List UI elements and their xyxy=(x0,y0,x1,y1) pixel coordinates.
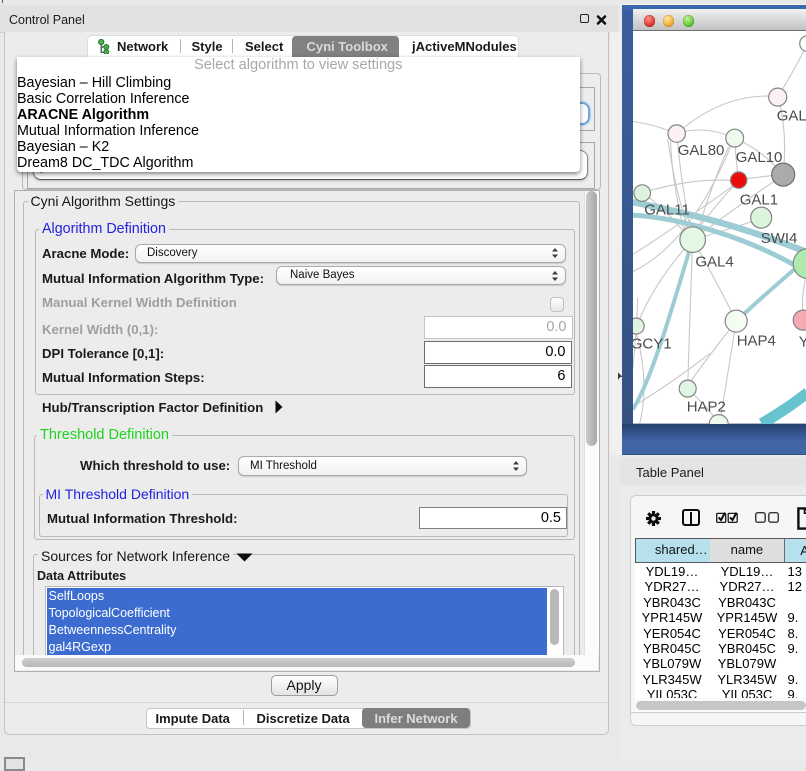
svg-text:HAP2: HAP2 xyxy=(687,399,726,416)
svg-text:GAL80: GAL80 xyxy=(678,142,725,159)
svg-text:GAL10: GAL10 xyxy=(736,149,783,166)
svg-text:GAL1: GAL1 xyxy=(740,192,778,209)
svg-text:GAL11: GAL11 xyxy=(644,202,690,219)
svg-text:HAP4: HAP4 xyxy=(737,333,776,350)
svg-text:GCY1: GCY1 xyxy=(633,336,672,353)
svg-text:SWI4: SWI4 xyxy=(761,230,798,247)
svg-text:GAL4: GAL4 xyxy=(696,254,734,271)
svg-text:GAL7: GAL7 xyxy=(777,108,806,125)
svg-text:YM: YM xyxy=(799,334,806,351)
